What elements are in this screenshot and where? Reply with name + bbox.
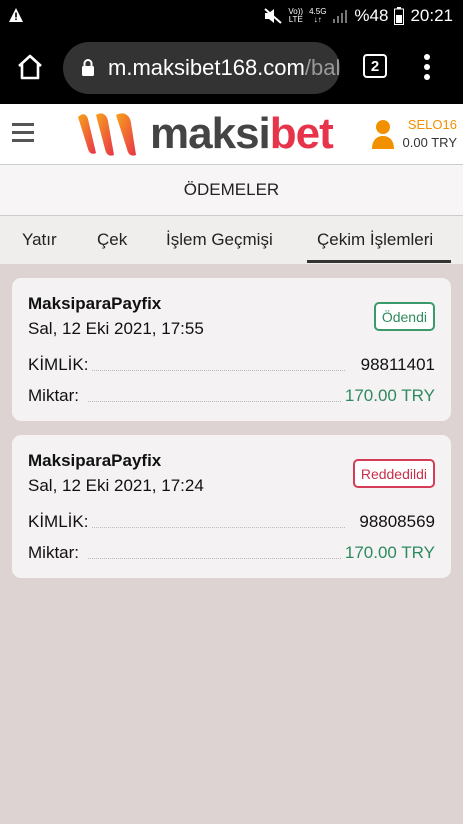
amount-value: 170.00 TRY — [340, 543, 435, 563]
amount-label: Miktar: — [28, 386, 83, 406]
amount-row: Miktar: 170.00 TRY — [28, 386, 435, 408]
id-row: KİMLİK: 98808569 — [28, 512, 435, 534]
status-badge: Reddedildi — [352, 459, 435, 488]
signal-icon — [333, 10, 348, 23]
amount-label: Miktar: — [28, 543, 83, 563]
tab-bar: Yatır Çek İşlem Geçmişi Çekim İşlemleri — [0, 216, 463, 264]
status-bar: Vo)) LTE 4.5G ↓↑ %48 20:21 — [0, 0, 463, 32]
status-right: Vo)) LTE 4.5G ↓↑ %48 20:21 — [264, 6, 453, 26]
transaction-card: MaksiparaPayfix Sal, 12 Eki 2021, 17:24 … — [12, 435, 451, 578]
transaction-date: Sal, 12 Eki 2021, 17:55 — [28, 319, 204, 338]
lock-icon — [82, 59, 94, 76]
more-options-icon[interactable] — [415, 52, 439, 82]
transaction-card: MaksiparaPayfix Sal, 12 Eki 2021, 17:55 … — [12, 278, 451, 421]
browser-toolbar: m.maksibet168.com/bal 2 — [0, 32, 463, 104]
logo-wordmark[interactable]: maksibet — [150, 108, 334, 160]
mute-icon — [264, 8, 283, 24]
page-title: ÖDEMELER — [0, 164, 463, 216]
hamburger-menu-icon[interactable] — [12, 123, 34, 143]
network-type-indicator: 4.5G ↓↑ — [309, 7, 327, 24]
tab-deposit[interactable]: Yatır — [22, 230, 57, 250]
address-bar[interactable]: m.maksibet168.com/bal — [63, 42, 340, 94]
id-value: 98808569 — [355, 512, 435, 532]
volte-indicator: Vo)) LTE — [288, 7, 304, 24]
url-text: m.maksibet168.com/bal — [108, 55, 340, 80]
tab-switcher-button[interactable]: 2 — [363, 54, 387, 78]
battery-icon — [394, 7, 405, 25]
tab-withdraw[interactable]: Çek — [97, 230, 127, 250]
tab-transaction-history[interactable]: İşlem Geçmişi — [166, 230, 273, 250]
battery-percent: %48 — [354, 6, 389, 25]
payment-method: MaksiparaPayfix — [28, 451, 162, 470]
transaction-date: Sal, 12 Eki 2021, 17:24 — [28, 476, 204, 495]
site-header: maksibet SELO16 0.00 TRY — [0, 104, 463, 164]
logo-m-icon[interactable] — [74, 109, 144, 161]
id-value: 98811401 — [356, 355, 435, 375]
id-row: KİMLİK: 98811401 — [28, 355, 435, 377]
clock: 20:21 — [410, 6, 453, 25]
user-icon[interactable] — [371, 118, 395, 150]
username[interactable]: SELO16 — [408, 117, 457, 132]
amount-row: Miktar: 170.00 TRY — [28, 543, 435, 565]
active-tab-indicator — [307, 260, 451, 263]
warning-icon — [9, 8, 23, 22]
home-icon[interactable] — [16, 53, 44, 81]
payment-method: MaksiparaPayfix — [28, 294, 162, 313]
amount-value: 170.00 TRY — [340, 386, 435, 406]
id-label: KİMLİK: — [28, 355, 93, 375]
account-balance: 0.00 TRY — [402, 135, 457, 150]
id-label: KİMLİK: — [28, 512, 93, 532]
status-badge: Ödendi — [373, 302, 435, 331]
tab-withdrawal-transactions[interactable]: Çekim İşlemleri — [317, 230, 433, 250]
